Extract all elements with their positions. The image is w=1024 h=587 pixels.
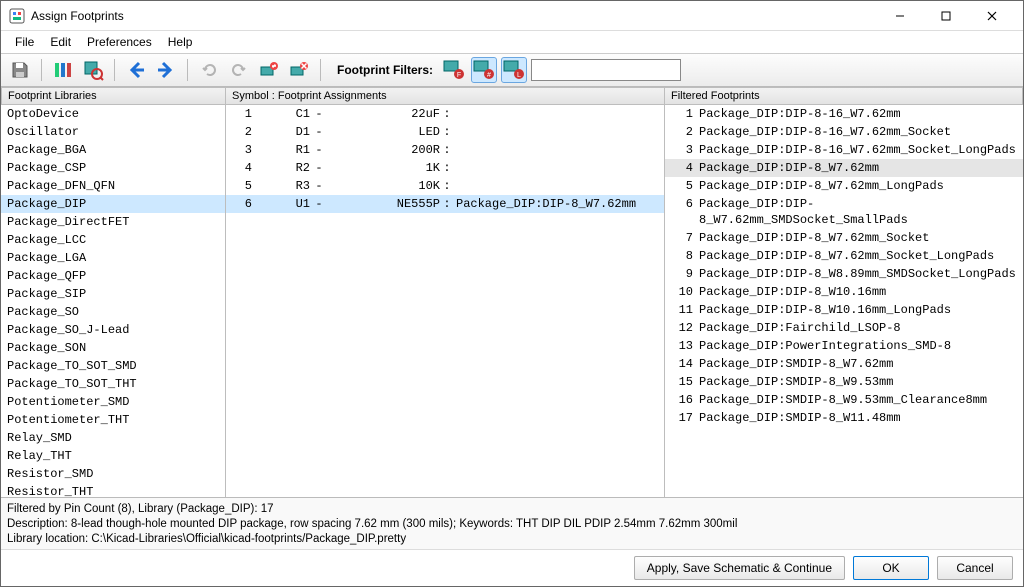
svg-text:#: #: [487, 72, 491, 79]
library-item[interactable]: Package_DFN_QFN: [1, 177, 225, 195]
svg-text:L: L: [517, 72, 521, 79]
filtered-footprint-item[interactable]: 9Package_DIP:DIP-8_W8.89mm_SMDSocket_Lon…: [665, 265, 1023, 283]
library-item[interactable]: Resistor_SMD: [1, 465, 225, 483]
app-window: Assign Footprints File Edit Preferences …: [0, 0, 1024, 587]
toolbar: Footprint Filters: F # L: [1, 53, 1023, 87]
redo-icon[interactable]: [226, 57, 252, 83]
library-item[interactable]: Package_TO_SOT_SMD: [1, 357, 225, 375]
filtered-footprint-item[interactable]: 15Package_DIP:SMDIP-8_W9.53mm: [665, 373, 1023, 391]
nav-forward-icon[interactable]: [153, 57, 179, 83]
library-item[interactable]: Package_CSP: [1, 159, 225, 177]
libraries-panel: Footprint Libraries OptoDeviceOscillator…: [1, 87, 226, 497]
toolbar-separator: [320, 59, 321, 81]
main-panels: Footprint Libraries OptoDeviceOscillator…: [1, 87, 1023, 497]
toolbar-separator: [187, 59, 188, 81]
dialog-footer: Apply, Save Schematic & Continue OK Canc…: [1, 549, 1023, 586]
ok-button[interactable]: OK: [853, 556, 929, 580]
menu-edit[interactable]: Edit: [42, 33, 79, 51]
view-footprint-icon[interactable]: [80, 57, 106, 83]
filtered-footprint-item[interactable]: 10Package_DIP:DIP-8_W10.16mm: [665, 283, 1023, 301]
footprint-filters-label: Footprint Filters:: [337, 63, 433, 77]
menu-file[interactable]: File: [7, 33, 42, 51]
assignments-list[interactable]: 1C1-22uF:2D1-LED:3R1-200R:4R2-1K:5R3-10K…: [226, 105, 665, 497]
status-description: Description: 8-lead though-hole mounted …: [7, 517, 1017, 532]
library-item[interactable]: Relay_THT: [1, 447, 225, 465]
library-item[interactable]: Potentiometer_SMD: [1, 393, 225, 411]
status-library-location: Library location: C:\Kicad-Libraries\Off…: [7, 532, 1017, 547]
assignments-header: Symbol : Footprint Assignments: [226, 87, 665, 105]
filtered-footprint-item[interactable]: 1Package_DIP:DIP-8-16_W7.62mm: [665, 105, 1023, 123]
filtered-footprint-item[interactable]: 2Package_DIP:DIP-8-16_W7.62mm_Socket: [665, 123, 1023, 141]
save-icon[interactable]: [7, 57, 33, 83]
svg-text:F: F: [457, 72, 461, 79]
filter-by-keywords-icon[interactable]: F: [441, 57, 467, 83]
assignment-row[interactable]: 3R1-200R:: [226, 141, 664, 159]
filtered-footprint-item[interactable]: 14Package_DIP:SMDIP-8_W7.62mm: [665, 355, 1023, 373]
assignment-row[interactable]: 5R3-10K:: [226, 177, 664, 195]
library-item[interactable]: Potentiometer_THT: [1, 411, 225, 429]
library-item[interactable]: Package_SIP: [1, 285, 225, 303]
menubar: File Edit Preferences Help: [1, 31, 1023, 53]
libraries-list[interactable]: OptoDeviceOscillatorPackage_BGAPackage_C…: [1, 105, 226, 497]
undo-icon[interactable]: [196, 57, 222, 83]
library-item[interactable]: Package_SO: [1, 303, 225, 321]
window-title: Assign Footprints: [31, 9, 877, 23]
toolbar-separator: [41, 59, 42, 81]
library-item[interactable]: Package_DirectFET: [1, 213, 225, 231]
delete-assignments-icon[interactable]: [286, 57, 312, 83]
filtered-footprint-item[interactable]: 7Package_DIP:DIP-8_W7.62mm_Socket: [665, 229, 1023, 247]
library-item[interactable]: Package_LGA: [1, 249, 225, 267]
filtered-footprint-item[interactable]: 6Package_DIP:DIP-8_W7.62mm_SMDSocket_Sma…: [665, 195, 1023, 229]
filtered-footprint-item[interactable]: 12Package_DIP:Fairchild_LSOP-8: [665, 319, 1023, 337]
assignment-row[interactable]: 2D1-LED:: [226, 123, 664, 141]
menu-help[interactable]: Help: [160, 33, 201, 51]
filtered-footprint-item[interactable]: 5Package_DIP:DIP-8_W7.62mm_LongPads: [665, 177, 1023, 195]
filtered-footprint-item[interactable]: 8Package_DIP:DIP-8_W7.62mm_Socket_LongPa…: [665, 247, 1023, 265]
assignment-row[interactable]: 4R2-1K:: [226, 159, 664, 177]
filtered-footprint-item[interactable]: 3Package_DIP:DIP-8-16_W7.62mm_Socket_Lon…: [665, 141, 1023, 159]
library-item[interactable]: Package_SON: [1, 339, 225, 357]
libraries-header: Footprint Libraries: [1, 87, 226, 105]
library-table-icon[interactable]: [50, 57, 76, 83]
filtered-footprint-item[interactable]: 11Package_DIP:DIP-8_W10.16mm_LongPads: [665, 301, 1023, 319]
library-item[interactable]: Package_BGA: [1, 141, 225, 159]
assignment-row[interactable]: 6U1-NE555P:Package_DIP:DIP-8_W7.62mm: [226, 195, 664, 213]
filtered-header: Filtered Footprints: [665, 87, 1023, 105]
apply-button[interactable]: Apply, Save Schematic & Continue: [634, 556, 845, 580]
titlebar: Assign Footprints: [1, 1, 1023, 31]
filter-by-library-icon[interactable]: L: [501, 57, 527, 83]
assignment-row[interactable]: 1C1-22uF:: [226, 105, 664, 123]
filtered-footprint-item[interactable]: 13Package_DIP:PowerIntegrations_SMD-8: [665, 337, 1023, 355]
filtered-list[interactable]: 1Package_DIP:DIP-8-16_W7.62mm2Package_DI…: [665, 105, 1023, 497]
close-button[interactable]: [969, 1, 1015, 31]
filtered-footprint-item[interactable]: 4Package_DIP:DIP-8_W7.62mm: [665, 159, 1023, 177]
menu-preferences[interactable]: Preferences: [79, 33, 160, 51]
app-icon: [9, 8, 25, 24]
filter-by-pin-count-icon[interactable]: #: [471, 57, 497, 83]
filtered-footprint-item[interactable]: 16Package_DIP:SMDIP-8_W9.53mm_Clearance8…: [665, 391, 1023, 409]
library-item[interactable]: Package_SO_J-Lead: [1, 321, 225, 339]
library-item[interactable]: Package_TO_SOT_THT: [1, 375, 225, 393]
filter-text-input[interactable]: [531, 59, 681, 81]
status-filter-summary: Filtered by Pin Count (8), Library (Pack…: [7, 502, 1017, 517]
toolbar-separator: [114, 59, 115, 81]
library-item[interactable]: Resistor_THT: [1, 483, 225, 497]
assignments-panel: Symbol : Footprint Assignments 1C1-22uF:…: [226, 87, 665, 497]
nav-back-icon[interactable]: [123, 57, 149, 83]
library-item[interactable]: Package_LCC: [1, 231, 225, 249]
auto-assign-icon[interactable]: [256, 57, 282, 83]
library-item[interactable]: OptoDevice: [1, 105, 225, 123]
library-item[interactable]: Package_DIP: [1, 195, 225, 213]
filtered-footprint-item[interactable]: 17Package_DIP:SMDIP-8_W11.48mm: [665, 409, 1023, 427]
maximize-button[interactable]: [923, 1, 969, 31]
status-bar: Filtered by Pin Count (8), Library (Pack…: [1, 497, 1023, 549]
library-item[interactable]: Package_QFP: [1, 267, 225, 285]
minimize-button[interactable]: [877, 1, 923, 31]
filtered-panel: Filtered Footprints 1Package_DIP:DIP-8-1…: [665, 87, 1023, 497]
library-item[interactable]: Relay_SMD: [1, 429, 225, 447]
library-item[interactable]: Oscillator: [1, 123, 225, 141]
cancel-button[interactable]: Cancel: [937, 556, 1013, 580]
